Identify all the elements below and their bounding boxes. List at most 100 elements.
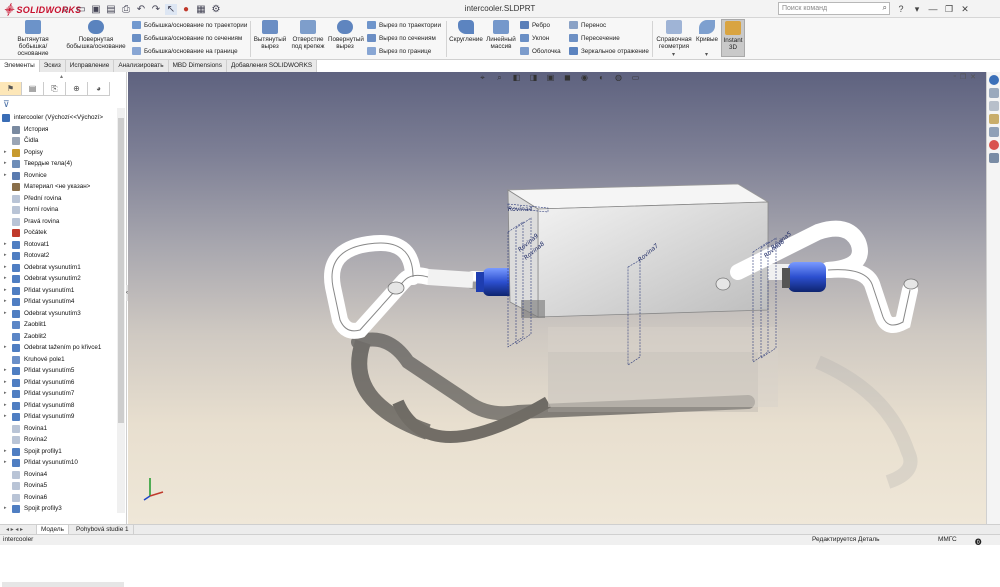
tree-item[interactable]: ▸ Spojit profily3 xyxy=(0,503,118,515)
tab-sketch[interactable]: Эскиз xyxy=(39,60,66,72)
tab-addins[interactable]: Добавления SOLIDWORKS xyxy=(226,60,318,72)
tab-analyze[interactable]: Анализировать xyxy=(114,60,169,72)
tree-horizontal-scrollbar[interactable] xyxy=(2,582,124,587)
boundary-cut-button[interactable]: Вырез по границе xyxy=(367,47,431,55)
tree-item[interactable]: ▸ Přidat vysunutím7 xyxy=(0,388,118,400)
loft-boss-button[interactable]: Бобышка/основание по сечениям xyxy=(132,34,242,42)
tree-item[interactable]: ▸ Odebrat vysunutím2 xyxy=(0,273,118,285)
section-view-icon[interactable]: ◨ xyxy=(529,73,538,83)
zoom-area-icon[interactable]: ⌕ xyxy=(495,73,504,83)
display-style-icon[interactable]: ◼ xyxy=(563,73,572,83)
sweep-cut-button[interactable]: Вырез по траектории xyxy=(367,21,441,29)
expand-arrow-icon[interactable]: ▸ xyxy=(4,273,7,285)
zoom-fit-icon[interactable]: ⌖ xyxy=(478,73,487,83)
draft-button[interactable]: Уклон xyxy=(520,34,549,42)
tree-item[interactable]: Rovina6 xyxy=(0,492,118,504)
expand-arrow-icon[interactable]: ▸ xyxy=(4,365,7,377)
tree-item[interactable]: Přední rovina xyxy=(0,193,118,205)
tab-repair[interactable]: Исправление xyxy=(65,60,115,72)
solidworks-resources-icon[interactable] xyxy=(989,75,999,85)
expand-arrow-icon[interactable]: ▸ xyxy=(4,457,7,469)
tree-item[interactable]: intercooler (Výchozí<<Výchozí> xyxy=(0,112,118,124)
tree-item[interactable]: Zaoblit1 xyxy=(0,319,118,331)
tree-item[interactable]: ▸ Popisy xyxy=(0,147,118,159)
tree-item[interactable]: ▸ Rotovat2 xyxy=(0,250,118,262)
tree-item[interactable]: Kruhové pole1 xyxy=(0,354,118,366)
tree-item[interactable]: История xyxy=(0,124,118,136)
intercooler-core[interactable] xyxy=(506,183,770,318)
tree-item[interactable]: Čidla xyxy=(0,135,118,147)
hide-show-items-icon[interactable]: ◉ xyxy=(580,73,589,83)
expand-arrow-icon[interactable]: ▸ xyxy=(4,250,7,262)
custom-properties-icon[interactable] xyxy=(989,153,999,163)
tree-item[interactable]: ▸ Odebrat vysunutím3 xyxy=(0,308,118,320)
loft-cut-button[interactable]: Вырез по сечениям xyxy=(367,34,436,42)
expand-arrow-icon[interactable]: ▸ xyxy=(4,388,7,400)
sweep-boss-button[interactable]: Бобышка/основание по траектории xyxy=(132,21,247,29)
expand-arrow-icon[interactable]: ▸ xyxy=(4,147,7,159)
tree-item[interactable]: ▸ Rovnice xyxy=(0,170,118,182)
tree-scrollbar[interactable] xyxy=(117,108,125,513)
expand-arrow-icon[interactable]: ▸ xyxy=(4,342,7,354)
extrude-boss-button[interactable]: Вытянутая бобышка/основание xyxy=(4,20,62,57)
instant3d-button[interactable]: Instant 3D xyxy=(721,19,745,57)
tree-item[interactable]: ▸ Rotovat1 xyxy=(0,239,118,251)
property-manager-tab-icon[interactable]: ▤ xyxy=(22,82,44,95)
tree-scrollbar-thumb[interactable] xyxy=(118,118,124,423)
edit-appearance-icon[interactable]: ◐ xyxy=(597,73,606,83)
mirror-button[interactable]: Зеркальное отражение xyxy=(569,47,649,55)
expand-arrow-icon[interactable]: ▸ xyxy=(4,503,7,515)
tree-item[interactable]: Rovina4 xyxy=(0,469,118,481)
boundary-boss-button[interactable]: Бобышка/основание на границе xyxy=(132,47,238,55)
reference-geometry-button[interactable]: Справочная геометрия xyxy=(655,20,693,50)
tab-mbd[interactable]: MBD Dimensions xyxy=(168,60,227,72)
appearances-icon[interactable] xyxy=(989,140,999,150)
viewport-minimize-icon[interactable]: ▫ xyxy=(953,73,955,81)
restore-icon[interactable]: ❐ xyxy=(943,4,955,15)
expand-arrow-icon[interactable]: ▸ xyxy=(4,411,7,423)
revolve-boss-button[interactable]: Повернутая бобышка/основание xyxy=(66,20,126,50)
tree-item[interactable]: ▸ Přidat vysunutím1 xyxy=(0,285,118,297)
design-library-icon[interactable] xyxy=(989,101,999,111)
tree-item[interactable]: ▸ Твердые тела(4) xyxy=(0,158,118,170)
graphics-area[interactable]: ⌖ ⌕ ◧ ◨ ▣ ◼ ◉ ◐ ◍ ▭ ▫ ❐ ✕ Rovina9 Rovina… xyxy=(128,72,986,524)
expand-arrow-icon[interactable]: ▸ xyxy=(4,446,7,458)
intersect-button[interactable]: Пересечение xyxy=(569,34,620,42)
hole-wizard-button[interactable]: Отверстие под крепеж xyxy=(288,20,328,50)
tree-item[interactable]: Pravá rovina xyxy=(0,216,118,228)
tree-item[interactable]: Rovina2 xyxy=(0,434,118,446)
tree-item[interactable]: Počátek xyxy=(0,227,118,239)
tree-item[interactable]: ▸ Spojit profily1 xyxy=(0,446,118,458)
expand-arrow-icon[interactable]: ▸ xyxy=(4,239,7,251)
view-settings-icon[interactable]: ▭ xyxy=(631,73,640,83)
reference-geometry-dropdown-icon[interactable]: ▾ xyxy=(672,51,675,58)
file-explorer-icon[interactable] xyxy=(989,114,999,124)
revolve-cut-button[interactable]: Повернутый вырез xyxy=(328,20,364,50)
curves-button[interactable]: Кривые xyxy=(694,20,720,43)
status-units[interactable]: ММГС xyxy=(938,536,957,543)
tree-item[interactable]: Rovina5 xyxy=(0,480,118,492)
rib-button[interactable]: Ребро xyxy=(520,21,550,29)
command-search-input[interactable]: Поиск команд ⌕ xyxy=(778,2,890,15)
right-coupler[interactable] xyxy=(782,262,826,292)
curves-dropdown-icon[interactable]: ▾ xyxy=(705,51,708,58)
feature-manager-tab-icon[interactable]: ⚑ xyxy=(0,82,22,95)
linear-pattern-button[interactable]: Линейный массив xyxy=(484,20,518,50)
expand-arrow-icon[interactable]: ▸ xyxy=(4,158,7,170)
expand-arrow-icon[interactable]: ▸ xyxy=(4,400,7,412)
dropdown-arrow-icon[interactable]: ▾ xyxy=(911,4,923,15)
tree-item[interactable]: ▸ Přidat vysunutím6 xyxy=(0,377,118,389)
wrap-button[interactable]: Перенос xyxy=(569,21,606,29)
viewport-restore-icon[interactable]: ❐ xyxy=(960,73,966,81)
tree-item[interactable]: ▸ Odebrat tažením po křivce1 xyxy=(0,342,118,354)
help-icon[interactable]: ? xyxy=(895,4,907,14)
tree-item[interactable]: Horní rovina xyxy=(0,204,118,216)
tree-item[interactable]: ▸ Přidat vysunutím4 xyxy=(0,296,118,308)
display-manager-tab-icon[interactable]: ◕ xyxy=(88,82,110,95)
viewport-close-icon[interactable]: ✕ xyxy=(970,73,976,81)
previous-view-icon[interactable]: ◧ xyxy=(512,73,521,83)
tree-item[interactable]: ▸ Odebrat vysunutím1 xyxy=(0,262,118,274)
dimxpert-tab-icon[interactable]: ⊕ xyxy=(66,82,88,95)
tree-item[interactable]: ▸ Přidat vysunutím5 xyxy=(0,365,118,377)
tree-item[interactable]: ▸ Přidat vysunutím10 xyxy=(0,457,118,469)
